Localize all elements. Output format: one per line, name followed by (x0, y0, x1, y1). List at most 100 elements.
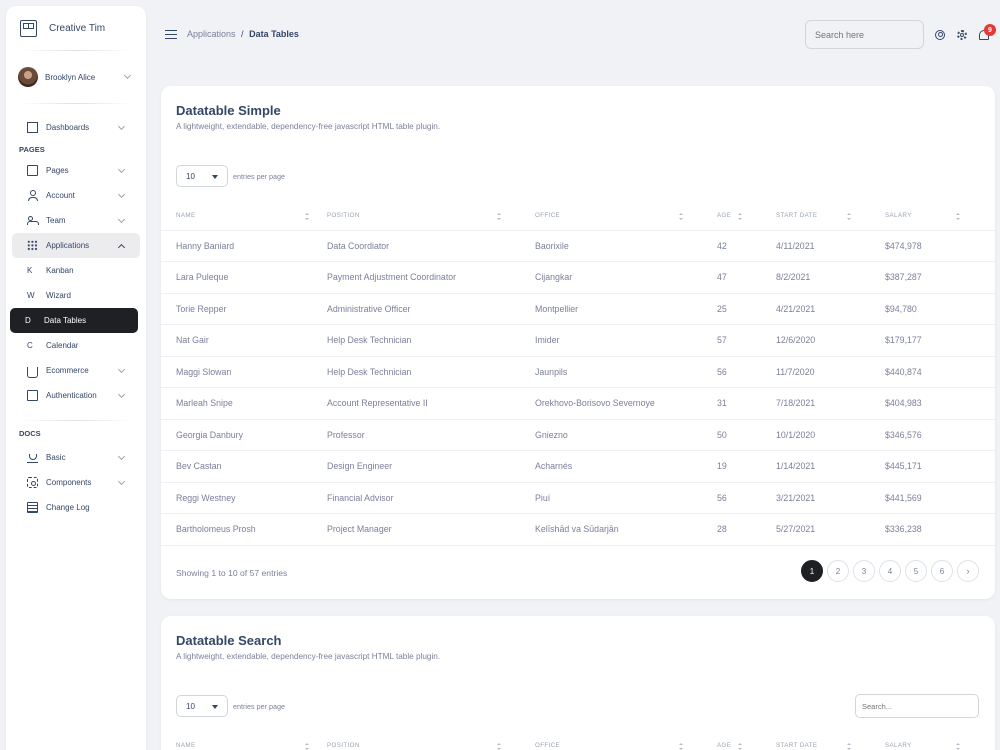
sidebar-item-change-log[interactable]: Change Log (12, 495, 140, 520)
cell-office: Baorixile (535, 230, 717, 262)
sidebar-item-kanban[interactable]: K Kanban (12, 258, 140, 283)
column-header-position[interactable]: POSITION (327, 732, 535, 750)
next-page-button[interactable]: › (957, 560, 979, 582)
sidebar-item-label: Ecommerce (46, 366, 89, 375)
column-header-name[interactable]: NAME (161, 202, 327, 231)
table-body: Hanny Baniard Data Coordiator Baorixile 42 4… (161, 230, 995, 546)
entries-select[interactable]: 10 (176, 165, 228, 187)
column-header-age[interactable]: AGE (717, 732, 776, 750)
cell-position: Design Engineer (327, 450, 535, 483)
brand[interactable]: Creative Tim (6, 6, 146, 50)
cell-age: 42 (717, 230, 776, 262)
sort-icon (847, 213, 851, 220)
cell-start-date: 4/21/2021 (776, 293, 885, 325)
sort-icon (305, 213, 309, 220)
cell-office: Orekhovo-Borisovo Severnoye (535, 387, 717, 420)
sidebar-item-calendar[interactable]: C Calendar (12, 333, 140, 358)
caret-down-icon (212, 175, 218, 179)
sidebar-item-label: Kanban (46, 266, 74, 275)
sidebar-item-ecommerce[interactable]: Ecommerce (12, 358, 140, 383)
breadcrumb-separator: / (241, 29, 244, 39)
table-row: Bev Castan Design Engineer Acharnés 19 1/14/… (161, 450, 995, 483)
column-header-office[interactable]: OFFICE (535, 732, 717, 750)
search-input[interactable] (805, 20, 924, 49)
cell-name: Georgia Danbury (161, 419, 327, 451)
cell-office: Montpellier (535, 293, 717, 325)
sort-icon (956, 213, 960, 220)
entries-per-page: 10 entries per page (176, 695, 285, 717)
cell-office: Kelīshād va Sūdarjān (535, 513, 717, 546)
column-header-label: AGE (717, 212, 732, 220)
data-table: NAME POSITION OFFICE AGE START DATE SALA… (161, 732, 995, 750)
sidebar-item-team[interactable]: Team (12, 208, 140, 233)
sidebar-item-label: Account (46, 191, 75, 200)
page-button[interactable]: 2 (827, 560, 849, 582)
sidebar-item-basic[interactable]: Basic (12, 445, 140, 470)
column-header-salary[interactable]: SALARY (885, 732, 995, 750)
cell-salary: $445,171 (885, 450, 995, 483)
sidebar-item-data-tables[interactable]: D Data Tables (10, 308, 138, 333)
breadcrumb: Applications / Data Tables (187, 29, 299, 39)
chevron-down-icon (117, 190, 126, 198)
table-search-input[interactable] (855, 694, 979, 718)
cell-position: Help Desk Technician (327, 324, 535, 357)
sidebar-item-wizard[interactable]: W Wizard (12, 283, 140, 308)
page-button[interactable]: 3 (853, 560, 875, 582)
cell-age: 56 (717, 356, 776, 388)
chevron-down-icon (117, 215, 126, 223)
breadcrumb-parent[interactable]: Applications (187, 29, 236, 39)
gear-icon[interactable] (957, 30, 967, 40)
section-title-pages: PAGES (19, 144, 45, 154)
cell-age: 50 (717, 419, 776, 451)
section-title-docs: DOCS (19, 428, 41, 438)
column-header-start-date[interactable]: START DATE (776, 732, 885, 750)
cell-salary: $474,978 (885, 230, 995, 262)
sidebar-item-authentication[interactable]: Authentication (12, 383, 140, 408)
entries-select[interactable]: 10 (176, 695, 228, 717)
topbar: Applications / Data Tables 9 (160, 16, 996, 54)
sidebar: Creative Tim Brooklyn Alice Dashboards P… (6, 6, 146, 750)
cell-salary: $179,177 (885, 324, 995, 357)
cell-name: Torie Repper (161, 293, 327, 325)
column-header-position[interactable]: POSITION (327, 202, 535, 231)
card-title: Datatable Search (176, 633, 282, 648)
sort-icon (679, 743, 683, 750)
cell-salary: $440,874 (885, 356, 995, 388)
column-header-age[interactable]: AGE (717, 202, 776, 231)
cell-start-date: 4/11/2021 (776, 230, 885, 262)
sidebar-item-pages[interactable]: Pages (12, 158, 140, 183)
menu-icon[interactable] (165, 30, 177, 39)
user-menu[interactable]: Brooklyn Alice (6, 51, 146, 103)
datatable-search-card: Datatable Search A lightweight, extendab… (161, 616, 995, 750)
column-header-name[interactable]: NAME (161, 732, 327, 750)
chevron-down-icon (117, 122, 126, 130)
cell-start-date: 12/6/2020 (776, 324, 885, 357)
column-header-office[interactable]: OFFICE (535, 202, 717, 231)
sidebar-item-label: Components (46, 478, 92, 487)
sort-icon (497, 743, 501, 750)
cell-position: Help Desk Technician (327, 356, 535, 388)
page-button[interactable]: 1 (801, 560, 823, 582)
sidebar-item-letter: W (27, 291, 35, 300)
cell-salary: $94,780 (885, 293, 995, 325)
sidebar-item-account[interactable]: Account (12, 183, 140, 208)
table-header-row: NAME POSITION OFFICE AGE START DATE SALA… (161, 202, 995, 231)
column-header-start-date[interactable]: START DATE (776, 202, 885, 231)
page-button[interactable]: 4 (879, 560, 901, 582)
cell-office: Imider (535, 324, 717, 357)
sidebar-item-components[interactable]: Components (12, 470, 140, 495)
page-button[interactable]: 5 (905, 560, 927, 582)
sidebar-item-dashboards[interactable]: Dashboards (12, 115, 140, 140)
column-header-label: SALARY (885, 742, 912, 750)
account-icon[interactable] (935, 30, 945, 40)
sidebar-item-applications[interactable]: Applications (12, 233, 140, 258)
apps-icon (27, 240, 38, 251)
sort-icon (847, 743, 851, 750)
entries-per-page-label: entries per page (233, 171, 285, 181)
chevron-up-icon (117, 243, 126, 251)
page-button[interactable]: 6 (931, 560, 953, 582)
column-header-salary[interactable]: SALARY (885, 202, 995, 231)
chevron-down-icon (117, 477, 126, 485)
sort-icon (679, 213, 683, 220)
brand-logo-icon (20, 19, 37, 37)
